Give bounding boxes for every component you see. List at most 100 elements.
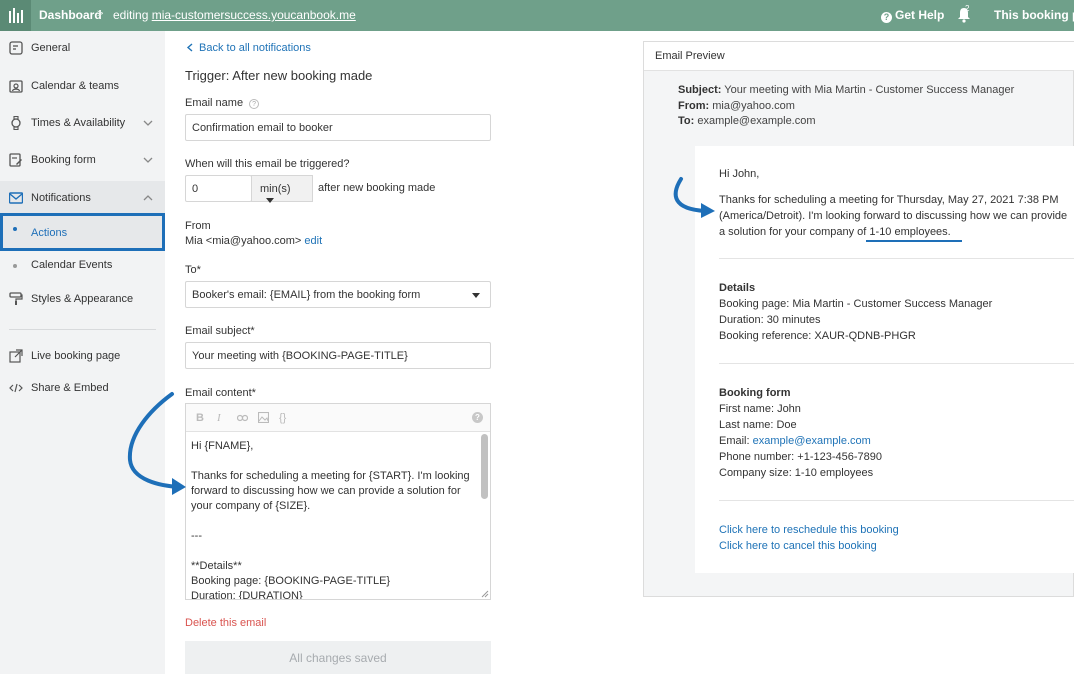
email-content-label: Email content* — [185, 387, 256, 399]
get-help-button[interactable]: ? Get Help — [881, 8, 944, 23]
content-line: Thanks for scheduling a meeting for {STA… — [191, 470, 470, 482]
trigger-unit-value: min(s) — [260, 183, 291, 195]
content-line: **Details** — [191, 560, 242, 572]
preview-form-last-name: Last name: Doe — [719, 419, 797, 431]
bold-icon[interactable]: B — [196, 412, 204, 424]
email-name-label: Email name? — [185, 97, 260, 109]
content-line — [191, 454, 476, 469]
sidebar-divider — [9, 329, 156, 330]
sidebar-item-booking-form[interactable]: Booking form — [0, 143, 165, 179]
preview-body-line: Thanks for scheduling a meeting for Thur… — [719, 194, 1059, 206]
back-to-notifications-link[interactable]: Back to all notifications — [186, 42, 311, 54]
preview-details-reference: Booking reference: XAUR-QDNB-PHGR — [719, 330, 916, 342]
trigger-unit-select[interactable]: min(s) — [251, 175, 313, 203]
preview-greeting: Hi John, — [719, 168, 760, 180]
sidebar-item-label: Share & Embed — [31, 382, 109, 394]
preview-from-label: From: — [678, 100, 710, 112]
help-icon[interactable]: ? — [472, 412, 483, 423]
caret-down-icon — [266, 198, 274, 203]
preview-from-value: mia@yahoo.com — [712, 100, 795, 112]
preview-details-heading: Details — [719, 282, 756, 294]
help-icon: ? — [881, 12, 892, 23]
preview-email-body: Hi John, Thanks for scheduling a meeting… — [695, 146, 1074, 573]
preview-to: To: example@example.com — [678, 115, 816, 127]
when-triggered-label: When will this email be triggered? — [185, 158, 350, 170]
content-line: Hi {FNAME}, — [191, 440, 254, 452]
info-icon[interactable]: ? — [249, 99, 260, 109]
to-select[interactable]: Booker's email: {EMAIL} from the booking… — [185, 281, 491, 308]
sidebar: General Calendar & teams Times & Availab… — [0, 31, 165, 674]
preview-to-value: example@example.com — [697, 115, 816, 127]
preview-body-line: (America/Detroit). I'm looking forward t… — [719, 210, 1068, 222]
preview-form-phone: Phone number: +1-123-456-7890 — [719, 451, 882, 463]
preview-to-label: To: — [678, 115, 695, 127]
editor-scrollbar[interactable] — [481, 434, 488, 499]
email-subject-label: Email subject* — [185, 325, 255, 337]
paint-roller-icon — [9, 292, 23, 305]
this-booking-page-menu[interactable]: This booking page — [994, 8, 1074, 22]
from-edit-link[interactable]: edit — [304, 235, 322, 247]
trigger-after-text: after new booking made — [318, 182, 436, 194]
sidebar-item-calendar-teams[interactable]: Calendar & teams — [0, 69, 165, 105]
code-braces-icon[interactable]: {} — [279, 412, 286, 424]
sidebar-item-live-booking-page[interactable]: Live booking page — [0, 339, 165, 375]
to-select-value: Booker's email: {EMAIL} from the booking… — [192, 289, 421, 301]
preview-from: From: mia@yahoo.com — [678, 100, 795, 112]
cancel-booking-link[interactable]: Click here to cancel this booking — [719, 538, 877, 554]
annotation-arrow-icon — [673, 177, 715, 218]
image-icon[interactable] — [258, 412, 269, 423]
preview-divider — [719, 363, 1074, 364]
editor-toolbar: B I {} ? — [186, 404, 490, 432]
highlight-underline — [866, 240, 962, 242]
link-icon[interactable] — [237, 414, 248, 422]
content-line: forward to discussing how we can provide… — [191, 485, 461, 497]
content-line: Booking page: {BOOKING-PAGE-TITLE} — [191, 575, 391, 587]
preview-subject-label: Subject: — [678, 84, 722, 96]
sidebar-item-label: General — [31, 42, 71, 54]
sidebar-subitem-actions[interactable]: Actions — [0, 213, 165, 251]
chevron-down-icon — [143, 120, 153, 126]
sidebar-subitem-label: Actions — [31, 227, 68, 239]
preview-subject: Subject: Your meeting with Mia Martin - … — [678, 84, 1014, 96]
sidebar-item-notifications[interactable]: Notifications — [0, 181, 165, 217]
calendar-person-icon — [9, 80, 23, 93]
sidebar-subitem-label: Calendar Events — [31, 259, 113, 271]
preview-body-line: a solution for your company of 1-10 empl… — [719, 226, 951, 238]
breadcrumb-dashboard[interactable]: Dashboard — [39, 8, 102, 22]
email-content-editor[interactable]: B I {} ? Hi {FNAME}, Thanks for scheduli… — [185, 403, 491, 600]
email-preview-title: Email Preview — [655, 50, 725, 62]
preview-form-email: Email: example@example.com — [719, 433, 871, 449]
content-line: --- — [191, 530, 202, 542]
delete-email-link[interactable]: Delete this email — [185, 617, 266, 629]
all-changes-saved-button[interactable]: All changes saved — [185, 641, 491, 674]
sidebar-item-label: Live booking page — [31, 350, 121, 362]
app-logo-icon[interactable] — [0, 0, 31, 31]
preview-form-company: Company size: 1-10 employees — [719, 467, 874, 479]
sidebar-item-general[interactable]: General — [0, 31, 165, 67]
content-line: your company of {SIZE}. — [191, 500, 311, 512]
caret-down-icon — [472, 293, 480, 298]
reschedule-booking-link[interactable]: Click here to reschedule this booking — [719, 522, 899, 538]
get-help-label: Get Help — [895, 8, 945, 22]
top-bar: Dashboard > editing mia-customersuccess.… — [0, 0, 1074, 31]
italic-icon[interactable]: I — [217, 412, 221, 424]
booking-page-url-link[interactable]: mia-customersuccess.youcanbook.me — [152, 8, 356, 22]
bullet-icon — [13, 227, 17, 231]
sidebar-subitem-calendar-events[interactable]: Calendar Events — [0, 250, 165, 282]
from-label: From — [185, 220, 211, 232]
chevron-left-icon — [186, 43, 193, 52]
annotation-arrow-icon — [127, 392, 186, 495]
sidebar-item-styles-appearance[interactable]: Styles & Appearance — [0, 282, 165, 318]
email-name-label-text: Email name — [185, 97, 244, 109]
preview-form-first-name: First name: John — [719, 403, 801, 415]
editor-content[interactable]: Hi {FNAME}, Thanks for scheduling a meet… — [191, 439, 476, 599]
from-address: Mia <mia@yahoo.com> — [185, 235, 302, 247]
trigger-delay-input[interactable]: 0 — [185, 175, 252, 202]
resize-handle-icon[interactable] — [479, 588, 489, 598]
sidebar-item-times-availability[interactable]: Times & Availability — [0, 106, 165, 142]
from-value: Mia <mia@yahoo.com> edit — [185, 235, 322, 247]
preview-form-email-link[interactable]: example@example.com — [753, 435, 871, 447]
email-subject-input[interactable]: Your meeting with {BOOKING-PAGE-TITLE} — [185, 342, 491, 369]
back-link-label: Back to all notifications — [199, 42, 311, 54]
email-name-input[interactable]: Confirmation email to booker — [185, 114, 491, 141]
